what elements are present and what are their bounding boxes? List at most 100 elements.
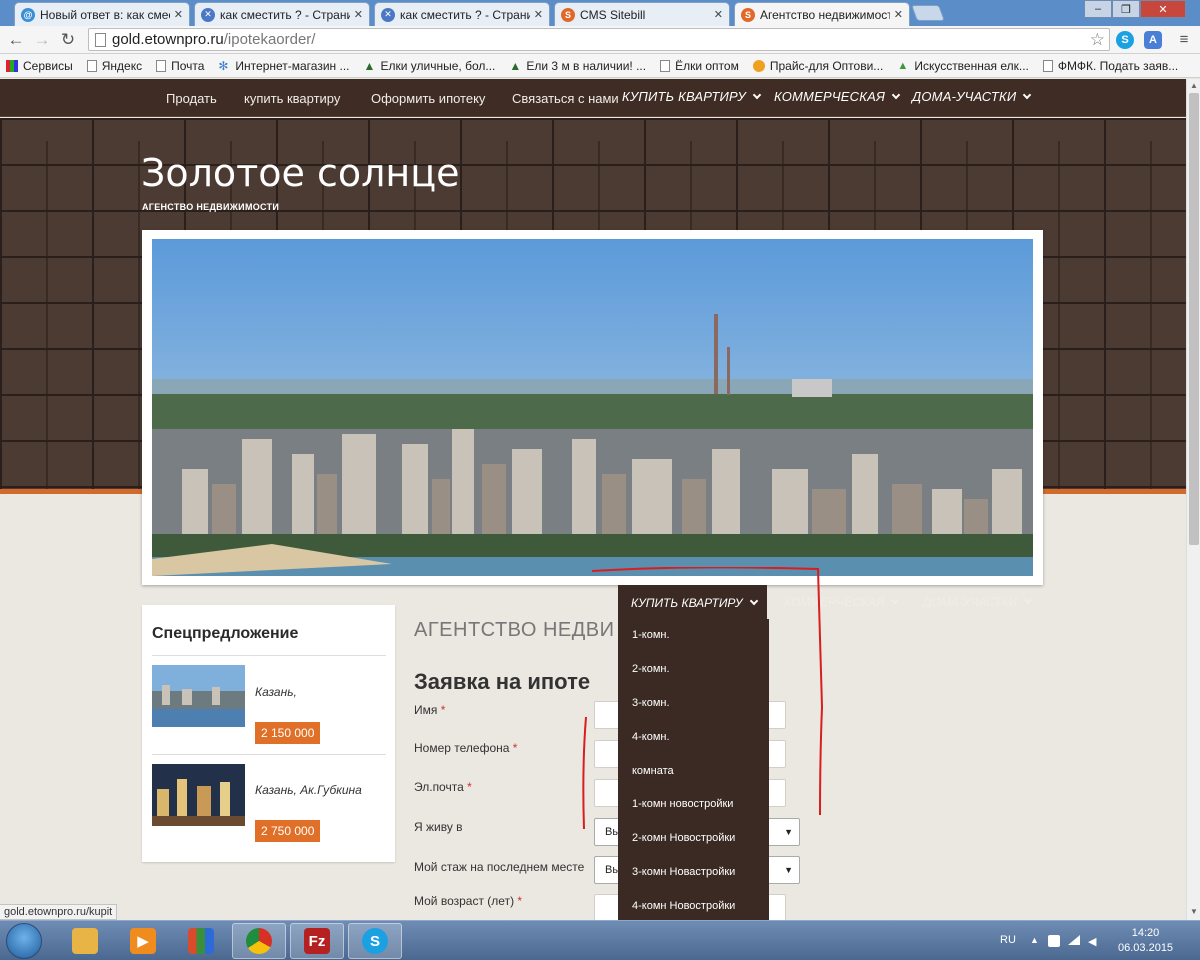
taskbar-app-active[interactable]: Fz <box>290 923 344 959</box>
forward-button[interactable]: → <box>32 30 52 50</box>
browser-tab-bar: @ Новый ответ в: как смести ✕ ✕ как смес… <box>0 0 1200 26</box>
offer-location[interactable]: Казань, Ак.Губкина <box>255 783 362 797</box>
dropdown-item-room[interactable]: комната <box>632 765 674 777</box>
browser-tab[interactable]: S CMS Sitebill ✕ <box>554 2 730 26</box>
translate-extension-icon[interactable]: A <box>1144 31 1162 49</box>
bookmark-item[interactable]: Сервисы <box>6 59 73 73</box>
bookmark-item[interactable]: Почта <box>156 59 204 73</box>
subnav-commercial[interactable]: Коммерческая <box>784 595 900 609</box>
offer-photo[interactable] <box>152 665 245 727</box>
bookmark-item[interactable]: Прайс-для Оптови... <box>752 58 884 73</box>
flag-notification-icon[interactable] <box>1048 935 1060 947</box>
browser-toolbar: ← → ↻ gold.etownpro.ru/ipotekaorder/ ☆ S… <box>0 26 1200 54</box>
scroll-down-icon[interactable]: ▼ <box>1190 907 1198 916</box>
show-hidden-icons-icon[interactable]: ▲ <box>1030 935 1042 947</box>
nav-link-buy-apartment[interactable]: купить квартиру <box>244 91 340 106</box>
system-clock[interactable]: 14:20 06.03.2015 <box>1118 926 1173 956</box>
dropdown-item-2-room-new[interactable]: 2-комн Новостройки <box>632 832 735 844</box>
close-icon[interactable]: ✕ <box>714 8 723 21</box>
close-icon[interactable]: ✕ <box>354 8 363 21</box>
bookmark-item[interactable]: ФМФК. Подать заяв... <box>1042 59 1178 73</box>
dropdown-item-4-room[interactable]: 4-комн. <box>632 731 670 743</box>
taskbar-app[interactable] <box>58 923 112 959</box>
minimize-button[interactable]: – <box>1084 0 1112 18</box>
bookmark-item[interactable]: ✻ Интернет-магазин ... <box>218 59 349 73</box>
browser-tab[interactable]: ✕ как сместить ? - Страниц ✕ <box>374 2 550 26</box>
maximize-button[interactable]: ❐ <box>1112 0 1140 18</box>
browser-tab[interactable]: ✕ как сместить ? - Страниц ✕ <box>194 2 370 26</box>
bookmark-star-icon[interactable]: ☆ <box>1090 30 1105 50</box>
bookmark-label: Елки уличные, бол... <box>380 58 496 73</box>
back-button[interactable]: ← <box>6 30 26 50</box>
chrome-icon <box>246 928 272 954</box>
site-subtitle: АГЕНСТВО НЕДВИЖИМОСТИ <box>142 202 280 212</box>
dropdown-item-1-room-new[interactable]: 1-комн новостройки <box>632 798 733 810</box>
label-text: Я живу в <box>414 820 463 834</box>
language-indicator[interactable]: RU <box>1000 934 1016 946</box>
network-signal-icon[interactable] <box>1068 935 1080 945</box>
close-window-button[interactable]: ✕ <box>1140 0 1186 18</box>
dropdown-item-2-room[interactable]: 2-комн. <box>632 663 670 675</box>
close-icon[interactable]: ✕ <box>174 8 183 21</box>
nav-link-contact[interactable]: Связаться с нами <box>512 91 619 106</box>
clock-date: 06.03.2015 <box>1118 942 1174 954</box>
dropdown-item-1-room[interactable]: 1-комн. <box>632 629 670 641</box>
field-label-name: Имя * <box>414 703 445 717</box>
dropdown-item-4-room-new[interactable]: 4-комн Новостройки <box>632 900 735 912</box>
browser-tab-active[interactable]: S Агентство недвижимост ✕ <box>734 2 910 26</box>
divider <box>152 754 386 755</box>
bookmark-item[interactable]: Ёлки оптом <box>660 59 739 73</box>
reload-button[interactable]: ↻ <box>58 30 78 50</box>
volume-icon[interactable]: ◀ <box>1088 935 1100 948</box>
windows-taskbar: ▶ Fz S RU ▲ ◀ 14:20 06.03.2015 <box>0 920 1200 960</box>
nav-menu-buy-apartment[interactable]: Купить квартиру <box>622 89 762 104</box>
dropdown-item-3-room[interactable]: 3-комн. <box>632 697 670 709</box>
address-bar[interactable]: gold.etownpro.ru/ipotekaorder/ ☆ <box>88 28 1110 51</box>
close-icon[interactable]: ✕ <box>534 8 543 21</box>
start-button[interactable] <box>6 923 42 959</box>
address-path: /ipotekaorder/ <box>223 31 316 48</box>
bookmark-item[interactable]: ▲ Искусственная елк... <box>897 59 1029 73</box>
joomla-forum-icon: ✕ <box>381 7 395 22</box>
tab-label: как сместить ? - Страниц <box>220 7 350 22</box>
dropdown-trigger-buy-apartment[interactable]: Купить квартиру <box>618 585 767 619</box>
taskbar-app-active[interactable] <box>232 923 286 959</box>
chevron-down-icon <box>1023 90 1032 100</box>
subnav-label: Дома-участки <box>923 595 1018 609</box>
site-title[interactable]: Золотое солнце <box>141 151 460 195</box>
field-label-age: Мой возраст (лет) * <box>414 894 522 908</box>
scroll-up-icon[interactable]: ▲ <box>1190 81 1198 90</box>
taskbar-app-active[interactable]: S <box>348 923 402 959</box>
bookmark-item[interactable]: ▲ Елки уличные, бол... <box>364 59 496 73</box>
offer-location[interactable]: Казань, <box>255 685 297 699</box>
special-offers-sidebar: Спецпредложение Казань, 2 150 000 Казань… <box>142 605 395 862</box>
sidebar-title: Спецпредложение <box>152 625 299 642</box>
page-icon <box>156 59 167 72</box>
subnav-houses-plots[interactable]: Дома-участки <box>923 595 1033 609</box>
apps-tiles-icon <box>188 928 214 954</box>
nav-menu-houses-plots[interactable]: Дома-участки <box>912 89 1032 104</box>
bookmark-label: Ели 3 м в наличии! ... <box>526 58 647 73</box>
nav-menu-label: Дома-участки <box>912 89 1017 104</box>
offer-price-badge: 2 150 000 <box>255 722 321 744</box>
new-tab-button[interactable] <box>911 5 945 21</box>
nav-menu-label: Купить квартиру <box>622 89 746 104</box>
nav-link-mortgage[interactable]: Оформить ипотеку <box>371 91 485 106</box>
skype-extension-icon[interactable]: S <box>1116 31 1134 49</box>
bookmark-item[interactable]: ▲ Ели 3 м в наличии! ... <box>509 59 646 73</box>
browser-tab[interactable]: @ Новый ответ в: как смести ✕ <box>14 2 190 26</box>
page-viewport: Продать купить квартиру Оформить ипотеку… <box>0 79 1186 920</box>
offer-photo[interactable] <box>152 764 245 826</box>
menu-icon[interactable]: ≡ <box>1174 30 1194 50</box>
taskbar-app[interactable]: ▶ <box>116 923 170 959</box>
dropdown-item-3-room-new[interactable]: 3-комн Новастройки <box>632 866 735 878</box>
tree-icon: ▲ <box>363 58 376 73</box>
taskbar-app[interactable] <box>174 923 228 959</box>
nav-menu-commercial[interactable]: Коммерческая <box>774 89 901 104</box>
bookmark-label: Прайс-для Оптови... <box>769 58 884 73</box>
bookmark-item[interactable]: Яндекс <box>86 59 142 73</box>
nav-link-sell[interactable]: Продать <box>166 91 217 106</box>
close-icon[interactable]: ✕ <box>894 8 903 21</box>
scrollbar-thumb[interactable] <box>1189 93 1199 545</box>
page-scrollbar[interactable]: ▲ ▼ <box>1186 79 1200 920</box>
